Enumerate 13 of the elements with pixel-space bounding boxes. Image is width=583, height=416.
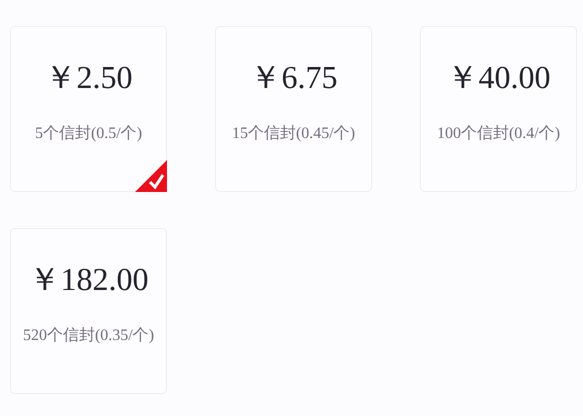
package-card[interactable]: ￥182.00 520个信封(0.35/个) xyxy=(10,228,167,394)
price: ￥2.50 xyxy=(44,58,132,97)
package-card[interactable]: ￥40.00 100个信封(0.4/个) xyxy=(420,26,577,192)
package-detail: 15个信封(0.45/个) xyxy=(230,124,356,144)
package-detail: 5个信封(0.5/个) xyxy=(34,124,144,144)
price: ￥182.00 xyxy=(28,260,148,299)
price: ￥6.75 xyxy=(250,58,338,97)
package-detail: 520个信封(0.35/个) xyxy=(22,326,156,346)
package-card[interactable]: ￥2.50 5个信封(0.5/个) xyxy=(10,26,167,192)
price: ￥40.00 xyxy=(446,58,550,97)
package-card[interactable]: ￥6.75 15个信封(0.45/个) xyxy=(215,26,372,192)
selected-check-icon xyxy=(135,160,167,192)
package-detail: 100个信封(0.4/个) xyxy=(436,124,562,144)
